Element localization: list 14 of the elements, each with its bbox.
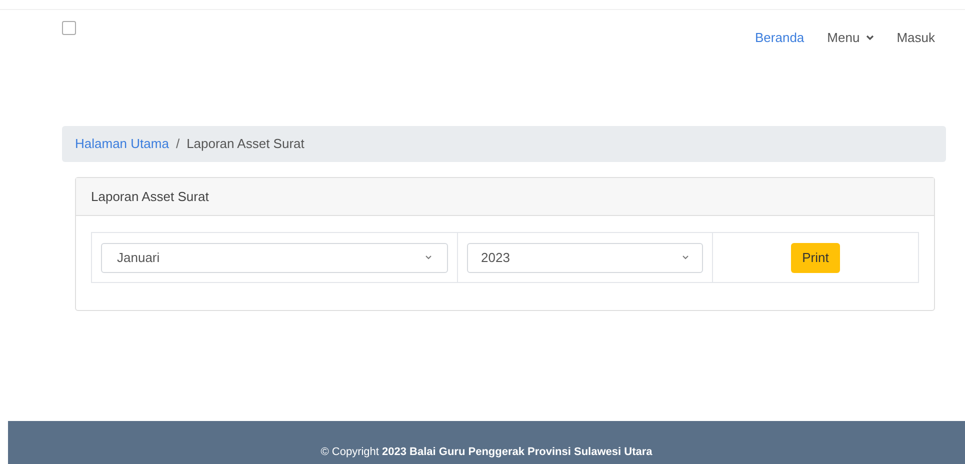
copyright-text: © Copyright 2023 Balai Guru Penggerak Provinsi Sulawesi Utara <box>320 444 652 460</box>
month-select[interactable]: Januari <box>101 242 448 272</box>
year-select[interactable]: 2023 <box>467 242 703 272</box>
menu-dropdown[interactable]: Menu <box>827 28 874 48</box>
nav-link[interactable]: Masuk <box>896 28 935 48</box>
card-title: Laporan Asset Surat <box>91 188 209 206</box>
image-placeholder-icon <box>62 21 76 35</box>
chevron-down-icon <box>682 255 689 260</box>
chevron-down-icon <box>425 255 432 260</box>
chevron-down-icon <box>866 34 874 41</box>
nav-link[interactable]: Beranda <box>755 28 804 48</box>
breadcrumb-separator: / <box>176 135 180 154</box>
breadcrumb-current: Laporan Asset Surat <box>186 135 304 154</box>
print-button[interactable]: Print <box>791 242 840 272</box>
